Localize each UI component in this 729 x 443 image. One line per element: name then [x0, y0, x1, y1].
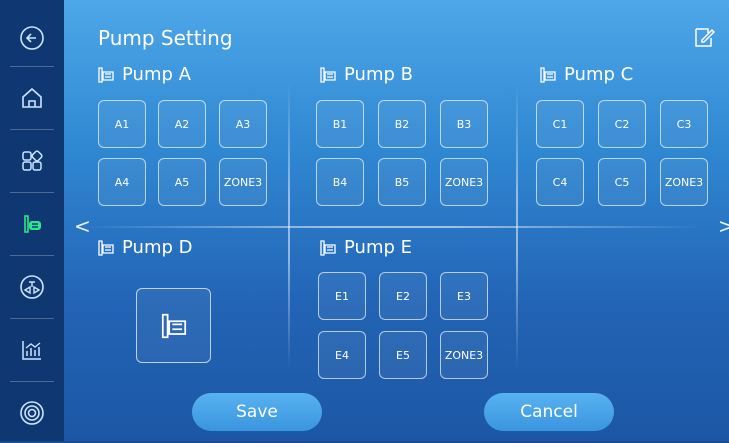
zone-cell-c-zone3[interactable]: ZONE3: [660, 158, 708, 206]
zone-cell-b1[interactable]: B1: [316, 100, 364, 148]
pump-icon: [98, 66, 114, 83]
prev-arrow[interactable]: <: [74, 214, 91, 238]
back-button[interactable]: [0, 8, 64, 68]
zone-cell-e3[interactable]: E3: [440, 272, 488, 320]
valve-icon: [20, 275, 44, 299]
pump-icon: [98, 239, 114, 256]
save-button[interactable]: Save: [192, 393, 322, 431]
pump-icon: [540, 66, 556, 83]
sidebar-divider: [10, 192, 54, 193]
zone-cell-a-zone3[interactable]: ZONE3: [219, 158, 267, 206]
pump-b-label: Pump B: [344, 64, 413, 85]
pump-e-header: Pump E: [318, 237, 412, 258]
valve-button[interactable]: [0, 257, 64, 317]
back-arrow-icon: [20, 26, 44, 50]
grid-button[interactable]: [0, 131, 64, 191]
zone-cell-c2[interactable]: C2: [598, 100, 646, 148]
edit-icon[interactable]: [693, 26, 715, 48]
pump-e-label: Pump E: [344, 237, 413, 258]
pump-icon: [320, 66, 336, 83]
page-title: Pump Setting: [98, 26, 233, 50]
sidebar: [0, 0, 64, 441]
chart-button[interactable]: [0, 320, 64, 380]
zone-cell-b4[interactable]: B4: [316, 158, 364, 206]
zone-cell-b5[interactable]: B5: [378, 158, 426, 206]
target-button[interactable]: [0, 383, 64, 443]
sidebar-divider: [10, 129, 54, 130]
sidebar-divider: [10, 255, 54, 256]
cancel-button[interactable]: Cancel: [484, 393, 614, 431]
home-button[interactable]: [0, 68, 64, 128]
zone-cell-b3[interactable]: B3: [440, 100, 488, 148]
zone-cell-c5[interactable]: C5: [598, 158, 646, 206]
pump-d-tile[interactable]: [136, 288, 211, 363]
zone-cell-c3[interactable]: C3: [660, 100, 708, 148]
divider-horizontal: [84, 226, 704, 228]
next-arrow[interactable]: >: [718, 214, 729, 238]
chart-icon: [22, 341, 41, 360]
home-icon: [22, 87, 42, 108]
grid-icon: [22, 150, 43, 171]
sidebar-divider: [10, 318, 54, 319]
pump-icon: [161, 313, 186, 338]
pump-c-label: Pump C: [564, 64, 634, 85]
zone-cell-a2[interactable]: A2: [158, 100, 206, 148]
pump-a-label: Pump A: [122, 64, 191, 85]
sidebar-divider: [10, 66, 54, 67]
zone-cell-e-zone3[interactable]: ZONE3: [440, 331, 488, 379]
pump-b-header: Pump B: [318, 64, 413, 85]
zone-cell-e2[interactable]: E2: [379, 272, 427, 320]
pump-button[interactable]: [0, 194, 64, 254]
zone-cell-e4[interactable]: E4: [318, 331, 366, 379]
zone-cell-a5[interactable]: A5: [158, 158, 206, 206]
pump-d-header: Pump D: [96, 237, 193, 258]
pump-a-header: Pump A: [96, 64, 191, 85]
zone-cell-c1[interactable]: C1: [536, 100, 584, 148]
pump-c-header: Pump C: [538, 64, 633, 85]
zone-cell-e1[interactable]: E1: [318, 272, 366, 320]
pump-d-label: Pump D: [122, 237, 193, 258]
pump-icon: [320, 239, 336, 256]
pump-icon: [24, 215, 41, 233]
zone-cell-e5[interactable]: E5: [379, 331, 427, 379]
zone-cell-b-zone3[interactable]: ZONE3: [440, 158, 488, 206]
zone-cell-b2[interactable]: B2: [378, 100, 426, 148]
main-panel: Pump Setting < > Pump A A1 A2 A3 A4 A5 Z…: [64, 0, 729, 441]
sidebar-divider: [10, 381, 54, 382]
target-icon: [20, 401, 44, 425]
zone-cell-c4[interactable]: C4: [536, 158, 584, 206]
zone-cell-a4[interactable]: A4: [98, 158, 146, 206]
zone-cell-a3[interactable]: A3: [219, 100, 267, 148]
zone-cell-a1[interactable]: A1: [98, 100, 146, 148]
